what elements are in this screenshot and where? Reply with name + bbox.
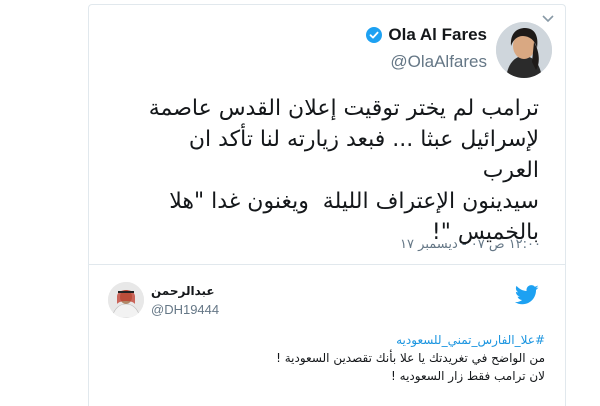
twitter-bird-icon[interactable] <box>515 285 539 305</box>
chevron-down-icon[interactable] <box>541 11 555 25</box>
reply-line-2: لان ترامب فقط زار السعوديه ! <box>391 369 545 383</box>
reply-author-handle[interactable]: @DH19444 <box>151 302 219 317</box>
reply-text: #علا_الفارس_تمني_للسعوديه من الواضح في ت… <box>105 331 545 385</box>
tweet-text: ترامب لم يختر توقيت إعلان القدس عاصمة لإ… <box>148 96 539 245</box>
verified-badge-icon <box>366 27 383 43</box>
reply-author-avatar[interactable] <box>108 282 144 318</box>
author-avatar[interactable] <box>496 22 552 78</box>
reply-author-name[interactable]: عبدالرحمن <box>151 284 215 298</box>
tweet-timestamp[interactable]: ١٢:٠٠ ص ٠٧ - ديسمبر ١٧ <box>400 237 541 252</box>
reply-line-1: من الواضح في تغريدتك يا علا بأنك تقصدين … <box>276 351 545 365</box>
reply-hashtag[interactable]: #علا_الفارس_تمني_للسعوديه <box>105 331 545 349</box>
divider <box>89 264 565 265</box>
author-name-row: Ola Al Fares <box>366 25 487 45</box>
author-handle[interactable]: @OlaAlfares <box>390 52 487 72</box>
author-name[interactable]: Ola Al Fares <box>388 25 487 45</box>
tweet-card: Ola Al Fares @OlaAlfares ترامب لم يختر ت… <box>88 4 566 406</box>
